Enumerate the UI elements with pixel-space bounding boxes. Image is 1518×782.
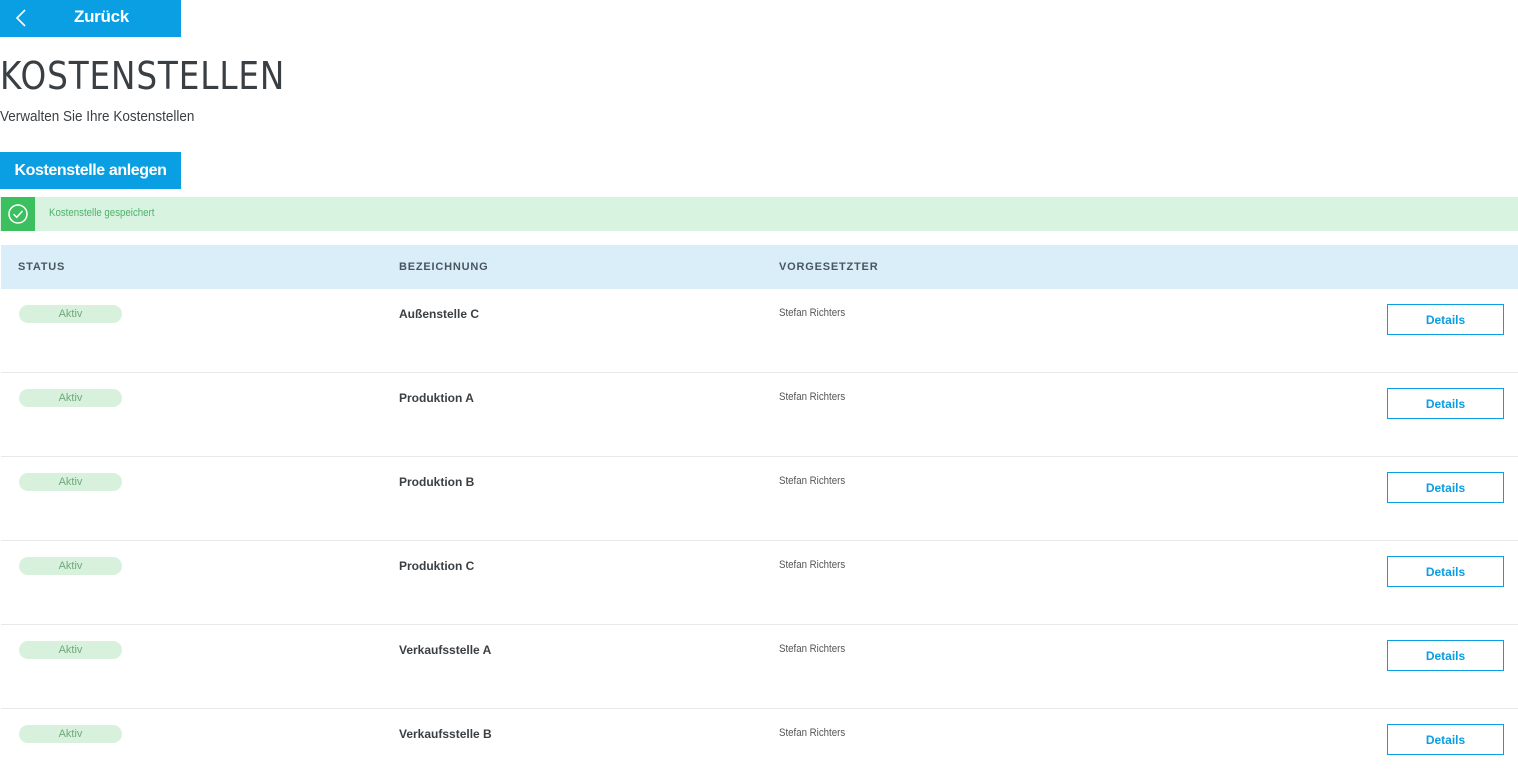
status-badge: Aktiv: [19, 305, 122, 323]
table-row: Aktiv Verkaufsstelle A Stefan Richters D…: [1, 625, 1518, 709]
cost-center-name: Außenstelle C: [399, 307, 480, 321]
cost-center-name: Produktion C: [399, 559, 475, 573]
table-row: Aktiv Verkaufsstelle B Stefan Richters D…: [1, 709, 1518, 782]
status-badge: Aktiv: [19, 473, 122, 491]
success-alert: Kostenstelle gespeichert: [0, 197, 1518, 231]
page: Zurück KOSTENSTELLEN Verwalten Sie Ihre …: [0, 0, 1518, 782]
create-cost-center-button[interactable]: Kostenstelle anlegen: [0, 152, 181, 189]
status-badge: Aktiv: [19, 641, 122, 659]
alert-message: Kostenstelle gespeichert: [49, 207, 155, 219]
supervisor-name: Stefan Richters: [779, 307, 846, 319]
table-row: Aktiv Produktion B Stefan Richters Detai…: [1, 457, 1518, 541]
back-button[interactable]: Zurück: [0, 0, 181, 37]
status-badge: Aktiv: [19, 389, 122, 407]
details-button[interactable]: Details: [1387, 388, 1504, 419]
chevron-left-icon: [15, 9, 26, 27]
cost-center-name: Verkaufsstelle B: [399, 727, 492, 741]
cost-center-name: Produktion B: [399, 475, 475, 489]
supervisor-name: Stefan Richters: [779, 475, 846, 487]
supervisor-name: Stefan Richters: [779, 391, 846, 403]
column-header-supervisor[interactable]: VORGESETZTER: [779, 261, 878, 273]
table-row: Aktiv Außenstelle C Stefan Richters Deta…: [1, 289, 1518, 373]
check-circle-icon: [8, 204, 28, 224]
details-button[interactable]: Details: [1387, 724, 1504, 755]
details-button[interactable]: Details: [1387, 472, 1504, 503]
table-header: STATUS BEZEICHNUNG VORGESETZTER: [1, 245, 1518, 289]
status-badge: Aktiv: [19, 725, 122, 743]
back-button-label: Zurück: [74, 7, 129, 26]
page-title: KOSTENSTELLEN: [0, 54, 286, 98]
cost-center-name: Produktion A: [399, 391, 474, 405]
column-header-name[interactable]: BEZEICHNUNG: [399, 261, 488, 273]
page-subtitle: Verwalten Sie Ihre Kostenstellen: [0, 108, 195, 125]
column-header-status[interactable]: STATUS: [18, 261, 65, 273]
supervisor-name: Stefan Richters: [779, 643, 846, 655]
alert-icon-box: [1, 197, 35, 231]
supervisor-name: Stefan Richters: [779, 559, 846, 571]
cost-center-name: Verkaufsstelle A: [399, 643, 492, 657]
status-badge: Aktiv: [19, 557, 122, 575]
supervisor-name: Stefan Richters: [779, 727, 846, 739]
table-row: Aktiv Produktion A Stefan Richters Detai…: [1, 373, 1518, 457]
details-button[interactable]: Details: [1387, 556, 1504, 587]
details-button[interactable]: Details: [1387, 640, 1504, 671]
table-row: Aktiv Produktion C Stefan Richters Detai…: [1, 541, 1518, 625]
details-button[interactable]: Details: [1387, 304, 1504, 335]
cost-center-table: STATUS BEZEICHNUNG VORGESETZTER Aktiv Au…: [1, 245, 1518, 782]
